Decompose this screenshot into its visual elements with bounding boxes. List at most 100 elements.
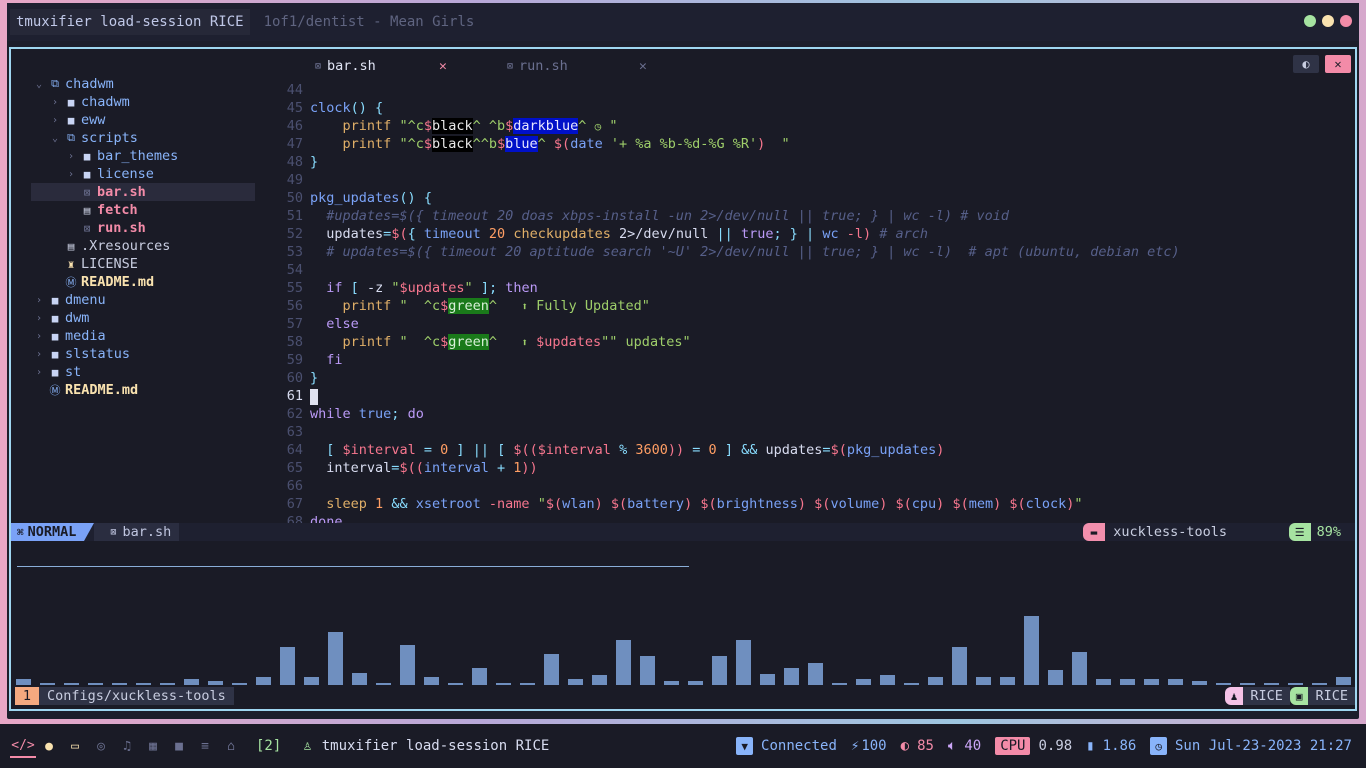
cava-bar (904, 683, 919, 685)
toggle-icon[interactable]: ◐ (1293, 55, 1319, 73)
chevron-right-icon: › (35, 312, 43, 324)
system-bar: </> ● ▭ ◎ ♫ ▦ ■ ≡ ⌂ [2] ♙ tmuxifier load… (0, 724, 1366, 768)
code-line: [ $interval = 0 ] || [ $(($interval % 36… (326, 442, 945, 458)
code-line: else (326, 316, 359, 332)
line-number: 51 (286, 208, 303, 224)
tree-item[interactable]: ▤ .Xresources (31, 237, 255, 255)
minimize-button[interactable] (1304, 15, 1316, 27)
camera-icon[interactable]: ■ (166, 739, 192, 754)
globe-icon[interactable]: ● (36, 739, 62, 754)
cava-bar (520, 683, 535, 685)
close-editor-button[interactable]: ✕ (1325, 55, 1351, 73)
gamepad-icon[interactable]: ◎ (88, 739, 114, 754)
cpu-label: CPU (995, 737, 1031, 755)
wifi-status[interactable]: ▼ Connected (736, 737, 837, 755)
cava-bar (352, 673, 367, 685)
close-button[interactable] (1340, 15, 1352, 27)
film-icon[interactable]: ▦ (140, 739, 166, 754)
tmux-window-number[interactable]: 1 (15, 687, 39, 705)
volume-icon: 🔈︎ (947, 738, 957, 754)
chevron-right-icon: › (51, 96, 59, 108)
editor-tabbar: ⊠ bar.sh ✕ ⊠ run.sh ✕ (263, 57, 1355, 75)
tree-item[interactable]: Ⓜ README.md (31, 273, 255, 291)
file-icon: ▤ (67, 239, 75, 253)
close-icon[interactable]: ✕ (439, 59, 447, 74)
memory-status: ▮ 1.86 (1086, 738, 1136, 754)
tree-item-label: dmenu (65, 292, 106, 308)
line-number: 56 (286, 298, 303, 314)
maximize-button[interactable] (1322, 15, 1334, 27)
tree-item[interactable]: ⊠ bar.sh (31, 183, 255, 201)
line-number: 45 (286, 100, 303, 116)
tree-item[interactable]: › ■ slstatus (31, 345, 255, 363)
chevron-right-icon: › (67, 150, 75, 162)
line-number: 53 (286, 244, 303, 260)
tree-item[interactable]: › ■ eww (31, 111, 255, 129)
cava-bar (472, 668, 487, 685)
server-icon[interactable]: ≡ (192, 739, 218, 754)
cava-bar (808, 663, 823, 685)
music-icon[interactable]: ♫ (114, 739, 140, 754)
active-window-title[interactable]: tmuxifier load-session RICE (10, 9, 250, 35)
folder-icon: ■ (83, 149, 91, 163)
code-line: updates=$({ timeout 20 checkupdates 2>/d… (326, 226, 929, 242)
cpu-status: CPU 0.98 (995, 737, 1072, 755)
cava-bar (736, 640, 751, 685)
cava-bar (1216, 683, 1231, 685)
tree-item[interactable]: › ■ chadwm (31, 93, 255, 111)
chevron-down-icon: ⌄ (35, 78, 43, 90)
statusline-progress: ☰ 89% (1288, 523, 1347, 541)
cava-bar (664, 681, 679, 685)
tree-item[interactable]: › ■ dwm (31, 309, 255, 327)
tree-item[interactable]: ⊠ run.sh (31, 219, 255, 237)
tree-item[interactable]: › ■ media (31, 327, 255, 345)
tree-item[interactable]: Ⓜ README.md (31, 381, 255, 399)
code-editor[interactable]: 44 45 46 47 48 49 50 51 52 53 54 55 56 57 58 59 60 61 62 63… (263, 75, 1355, 523)
tab-run-sh[interactable]: ⊠ run.sh ✕ (507, 57, 647, 75)
tree-item[interactable]: ⌄ ⧉ chadwm (31, 75, 255, 93)
vim-statusline: ⌘ NORMAL ⊠ bar.sh ▬ xuckless-tools ☰ 89% (11, 523, 1355, 541)
home-icon[interactable]: ⌂ (218, 739, 244, 754)
cava-bar (1288, 683, 1303, 685)
monitor-icon[interactable]: ▭ (62, 739, 88, 754)
cava-bar (136, 683, 151, 685)
tree-item[interactable]: ⌄ ⧉ scripts (31, 129, 255, 147)
tree-item[interactable]: › ■ dmenu (31, 291, 255, 309)
tmux-window-name[interactable]: Configs/xuckless-tools (39, 687, 234, 705)
cava-bar (208, 681, 223, 685)
memory-value: 1.86 (1102, 738, 1137, 754)
tree-item[interactable]: ♜ LICENSE (31, 255, 255, 273)
cava-bar (688, 681, 703, 685)
clock-status[interactable]: ◷ Sun Jul-23-2023 21:27 (1150, 737, 1352, 755)
line-number: 62 (286, 406, 303, 422)
close-icon[interactable]: ✕ (639, 59, 647, 74)
tree-item[interactable]: ▤ fetch (31, 201, 255, 219)
folder-icon: ■ (51, 311, 59, 325)
code-icon[interactable]: </> (10, 734, 36, 758)
tree-item[interactable]: › ■ st (31, 363, 255, 381)
chevron-right-icon: › (35, 330, 43, 342)
line-number: 67 (286, 496, 303, 512)
mode-separator (84, 523, 95, 541)
memory-icon: ▮ (1086, 738, 1095, 754)
cava-bar (952, 647, 967, 685)
line-number: 44 (286, 82, 303, 98)
vim-icon: ⌘ (17, 525, 24, 539)
tree-item[interactable]: › ■ bar_themes (31, 147, 255, 165)
inactive-window-title[interactable]: 1of1/dentist - Mean Girls (264, 14, 475, 30)
file-tree: ⌄ ⧉ chadwm › ■ chadwm › ■ eww ⌄ ⧉ scripts › ■ bar_them… (11, 49, 263, 523)
tab-bar-sh[interactable]: ⊠ bar.sh ✕ (315, 57, 451, 75)
mode-indicator: ⌘ NORMAL (11, 523, 85, 541)
volume-status[interactable]: 🔈︎ 40 (948, 738, 981, 754)
line-number: 63 (286, 424, 303, 440)
terminal-icon: ▣ (1289, 687, 1309, 705)
tree-item[interactable]: › ■ license (31, 165, 255, 183)
cava-bar (1072, 652, 1087, 685)
cava-bar (640, 656, 655, 685)
cava-bar (160, 683, 175, 685)
cava-bar (1192, 681, 1207, 685)
tree-item-label: .Xresources (81, 238, 171, 254)
tree-item-label: LICENSE (81, 256, 138, 272)
terminal-window: tmuxifier load-session RICE 1of1/dentist… (7, 3, 1359, 719)
tmux-statusbar: 1 Configs/xuckless-tools ♟ RICE ▣ RICE (11, 687, 1355, 705)
